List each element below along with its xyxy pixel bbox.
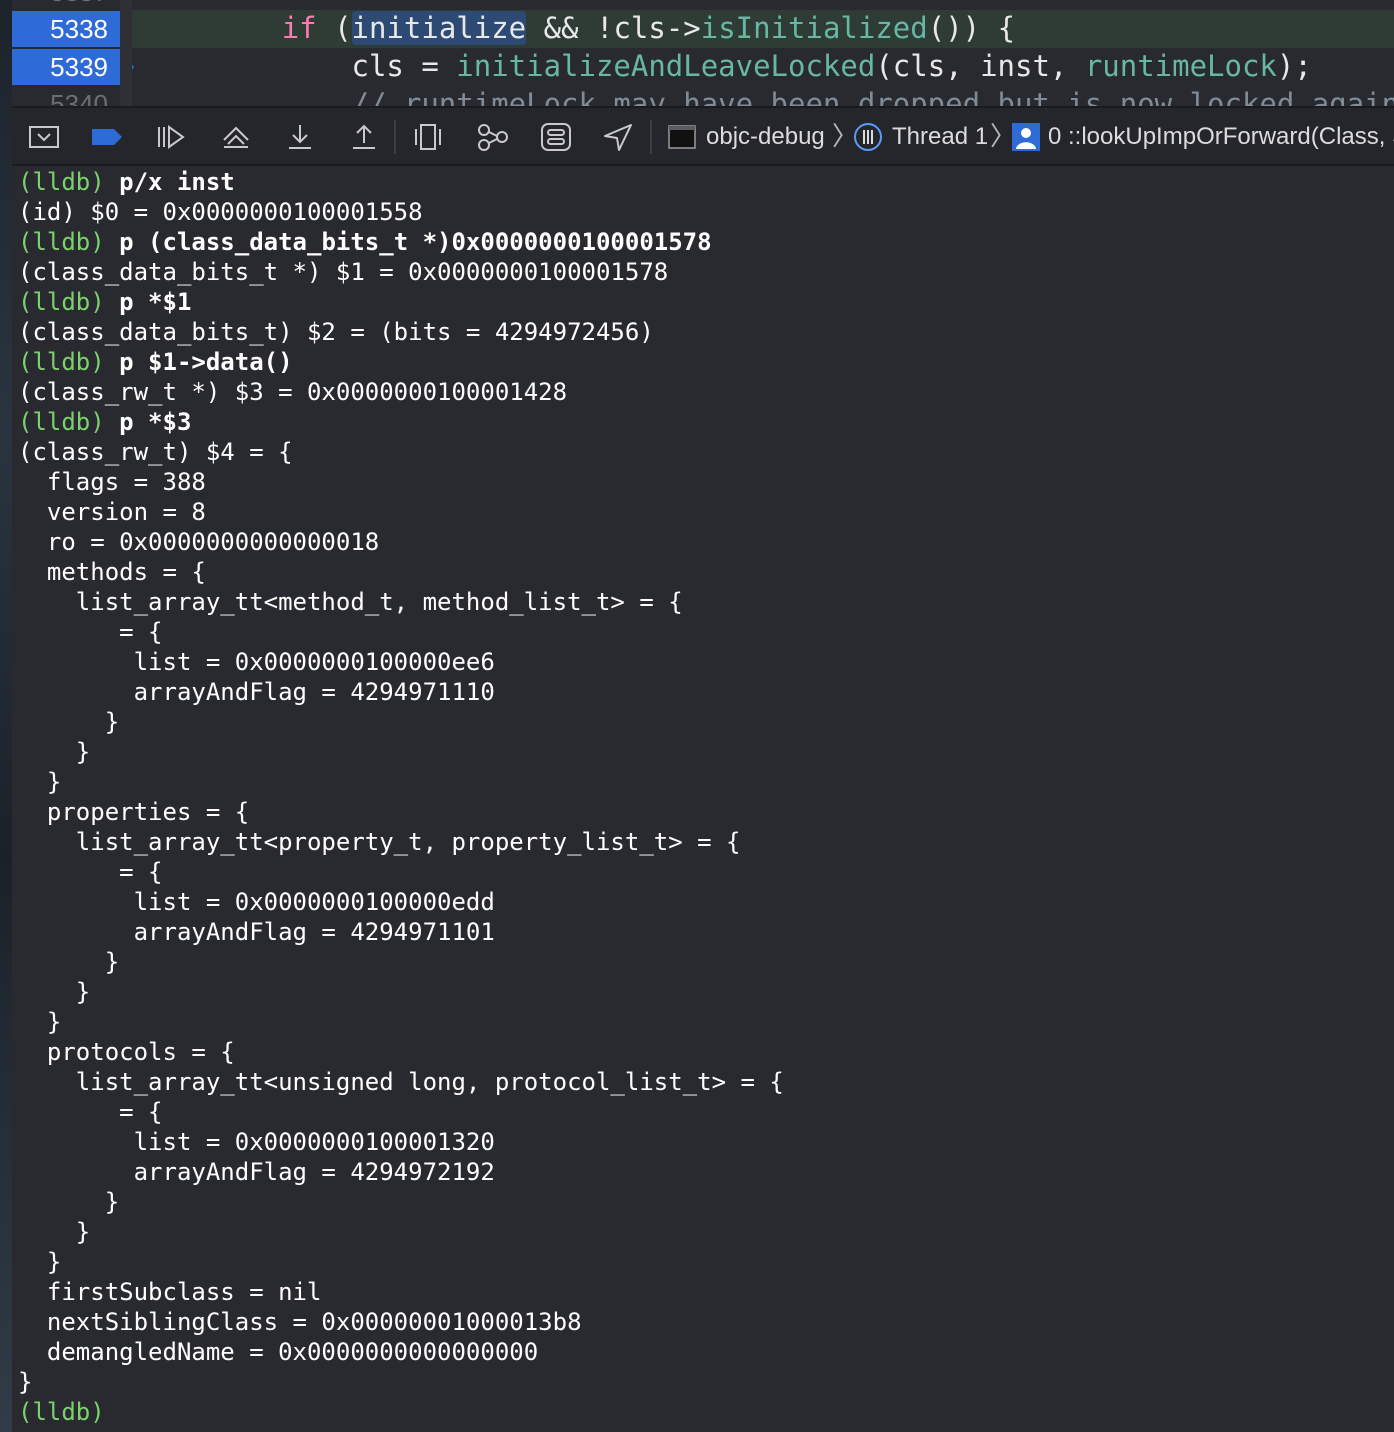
breadcrumb-target[interactable]: objc-debug — [706, 122, 825, 152]
lldb-command: p/x inst — [104, 168, 235, 196]
console-output-line: } — [18, 1188, 120, 1216]
console-output-line: list = 0x0000000100000edd — [18, 888, 495, 916]
lldb-prompt: (lldb) — [18, 168, 105, 196]
console-output-line: } — [18, 1008, 62, 1036]
lldb-prompt: (lldb) — [18, 288, 105, 316]
source-editor[interactable]: 5337 5338 5339 5340 if (initialize && !c… — [12, 0, 1394, 106]
console-output-line: arrayAndFlag = 4294971110 — [18, 678, 495, 706]
lldb-command: p $1->data() — [104, 348, 293, 376]
environment-overrides-icon[interactable] — [540, 122, 572, 152]
breakpoint-5339[interactable]: 5339 — [12, 49, 134, 85]
console-output-line: } — [18, 1248, 62, 1276]
lldb-prompt: (lldb) — [18, 408, 105, 436]
step-over-icon[interactable] — [220, 122, 252, 152]
highlighted-identifier[interactable]: initialize — [351, 11, 527, 45]
console-output-line: (class_data_bits_t) $2 = (bits = 4294972… — [18, 318, 654, 346]
console-command-line: (lldb) p/x inst — [18, 167, 235, 197]
console-output-line: (class_data_bits_t *) $1 = 0x00000001000… — [18, 258, 669, 286]
console-output-line: ro = 0x0000000000000018 — [18, 528, 380, 556]
keyword-if: if — [281, 11, 317, 45]
lldb-command: p *$3 — [104, 408, 192, 436]
console-command-line: (lldb) — [18, 1397, 105, 1427]
line-number-5340: 5340 — [50, 89, 108, 106]
code-line-5338[interactable]: if (initialize && !cls->isInitialized())… — [142, 10, 1015, 46]
console-output-line: version = 8 — [18, 498, 206, 526]
debug-toolbar: objc-debug 〉 Thread 1 〉 0 ::lookUpImpOrF… — [12, 106, 1394, 166]
console-output-line: list_array_tt<unsigned long, protocol_li… — [18, 1068, 784, 1096]
lldb-command: p (class_data_bits_t *)0x000000010000157… — [104, 228, 712, 256]
console-output-line: nextSiblingClass = 0x00000001000013b8 — [18, 1308, 582, 1336]
console-output-line: } — [18, 1218, 91, 1246]
console-output-line: demangledName = 0x0000000000000000 — [18, 1338, 539, 1366]
console-output-line: list_array_tt<method_t, method_list_t> =… — [18, 588, 683, 616]
line-number-5339: 5339 — [50, 52, 108, 82]
console-output-line: } — [18, 768, 62, 796]
console-output-line: (id) $0 = 0x0000000100001558 — [18, 198, 423, 226]
console-command-line: (lldb) p *$3 — [18, 407, 191, 437]
line-number-5338: 5338 — [50, 14, 108, 44]
toolbar-separator — [650, 120, 652, 154]
memory-graph-icon[interactable] — [476, 122, 508, 152]
console-output-line: = { — [18, 618, 163, 646]
console-output-line: list_array_tt<property_t, property_list_… — [18, 828, 741, 856]
console-output-line: } — [18, 708, 120, 736]
console-output-line: } — [18, 978, 91, 1006]
thread-icon — [852, 122, 884, 152]
function-isInitialized: isInitialized — [700, 11, 928, 45]
console-command-line: (lldb) p *$1 — [18, 287, 191, 317]
line-number-5337: 5337 — [12, 0, 120, 10]
desktop-background-strip — [0, 0, 12, 1432]
console-output-line: protocols = { — [18, 1038, 235, 1066]
console-output-line: (class_rw_t *) $3 = 0x0000000100001428 — [18, 378, 568, 406]
line-number-gutter[interactable]: 5337 5338 5339 5340 — [12, 0, 134, 106]
view-hierarchy-icon[interactable] — [412, 122, 444, 152]
console-output-line: arrayAndFlag = 4294971101 — [18, 918, 495, 946]
breakpoint-5338[interactable]: 5338 — [12, 11, 134, 47]
console-output-line: } — [18, 738, 91, 766]
toolbar-separator — [394, 120, 396, 154]
breadcrumb-stack-frame[interactable]: 0 ::lookUpImpOrForward(Class, S — [1048, 122, 1394, 152]
lldb-prompt: (lldb) — [18, 1398, 105, 1426]
stack-frame-user-icon — [1010, 122, 1042, 152]
console-output-line: arrayAndFlag = 4294972192 — [18, 1158, 495, 1186]
console-output-line: (class_rw_t) $4 = { — [18, 438, 293, 466]
console-output-line: = { — [18, 1098, 163, 1126]
console-output-line: list = 0x0000000100001320 — [18, 1128, 495, 1156]
continue-icon[interactable] — [154, 122, 186, 152]
breakpoints-toggle-icon[interactable] — [90, 122, 122, 152]
console-output-line: flags = 388 — [18, 468, 206, 496]
gutter-separator — [120, 0, 132, 106]
lldb-console[interactable]: (lldb) p/x inst (id) $0 = 0x0000000100001… — [12, 166, 1394, 1432]
step-into-icon[interactable] — [284, 122, 316, 152]
console-output-line: } — [18, 1368, 33, 1396]
lldb-prompt: (lldb) — [18, 228, 105, 256]
console-output-line: list = 0x0000000100000ee6 — [18, 648, 495, 676]
console-output-line: properties = { — [18, 798, 250, 826]
breadcrumb-thread[interactable]: Thread 1 — [892, 122, 988, 152]
function-runtimeLock: runtimeLock — [1084, 49, 1277, 83]
simulate-location-icon[interactable] — [602, 122, 634, 152]
step-out-icon[interactable] — [348, 122, 380, 152]
console-output-line: = { — [18, 858, 163, 886]
lldb-prompt: (lldb) — [18, 348, 105, 376]
console-output-line: } — [18, 948, 120, 976]
function-initializeAndLeaveLocked: initializeAndLeaveLocked — [456, 49, 876, 83]
console-output-line: methods = { — [18, 558, 206, 586]
hide-debug-area-icon[interactable] — [28, 122, 60, 152]
console-command-line: (lldb) p $1->data() — [18, 347, 293, 377]
console-command-line: (lldb) p (class_data_bits_t *)0x00000001… — [18, 227, 712, 257]
terminal-app-icon — [666, 122, 698, 152]
lldb-command: p *$1 — [104, 288, 192, 316]
console-output-line: firstSubclass = nil — [18, 1278, 322, 1306]
code-line-5339[interactable]: cls = initializeAndLeaveLocked(cls, inst… — [142, 48, 1312, 84]
code-line-5340[interactable]: // runtimeLock may have been dropped but… — [142, 86, 1394, 106]
